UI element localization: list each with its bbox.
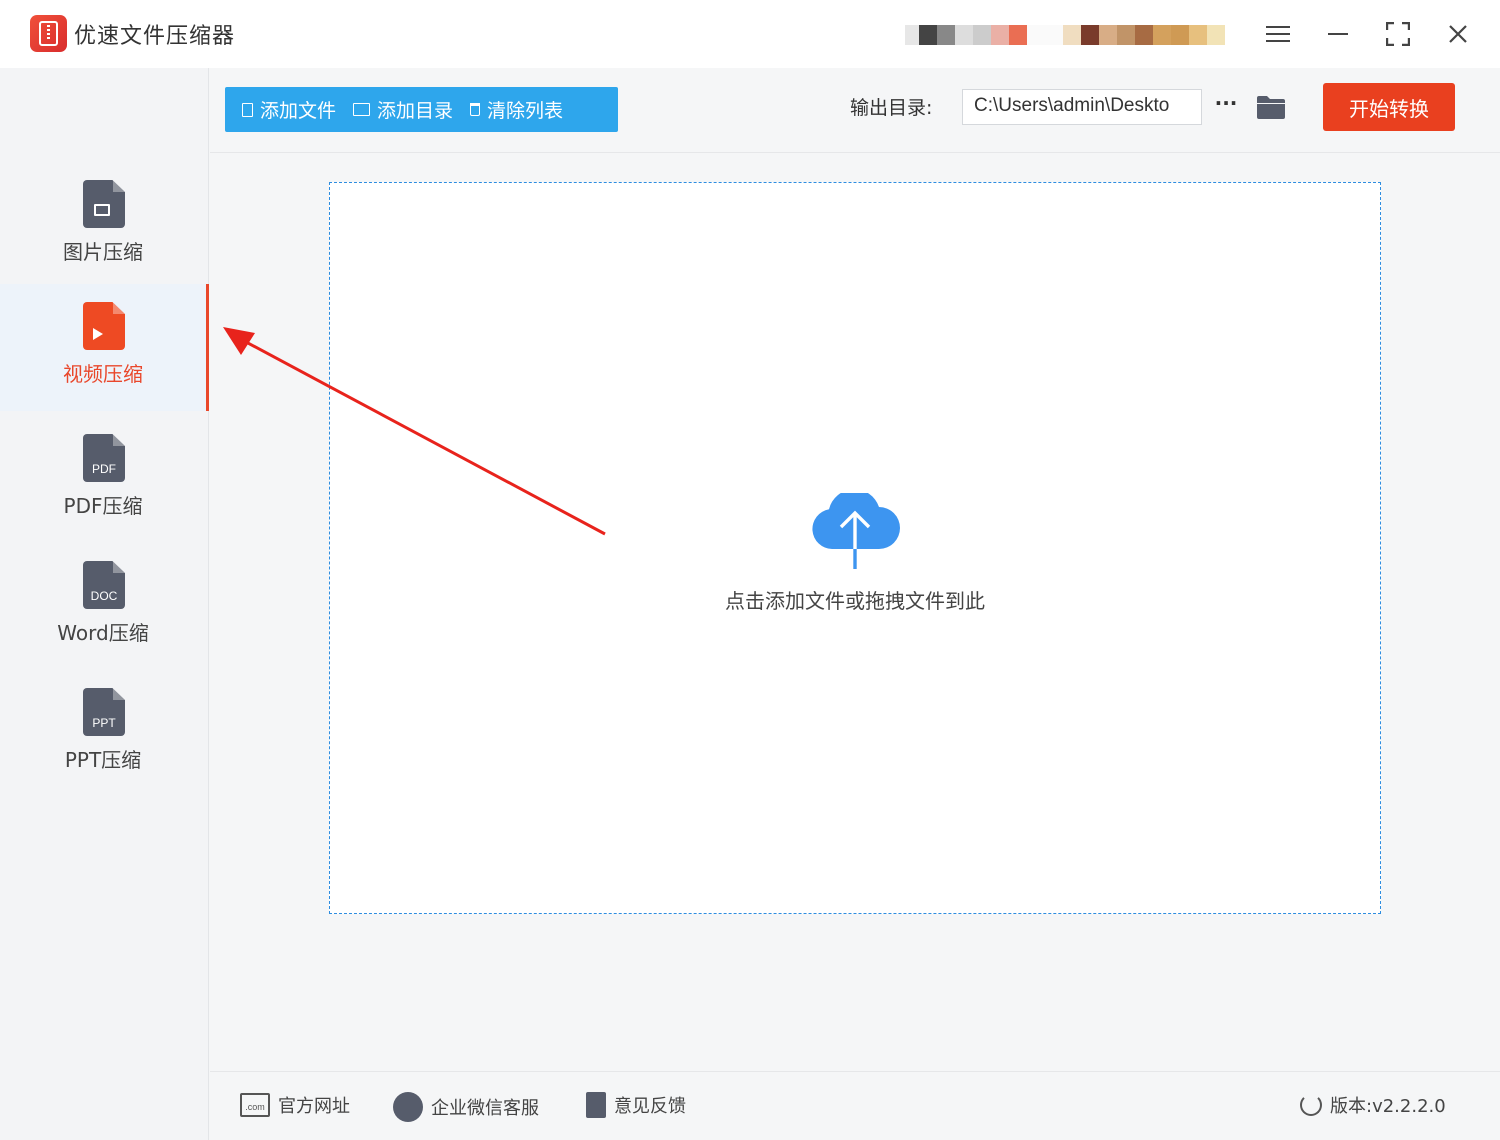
website-icon: .com (240, 1093, 270, 1117)
sidebar-item-word[interactable]: DOC Word压缩 (0, 543, 209, 670)
close-icon[interactable] (1438, 14, 1478, 54)
trash-icon (470, 103, 481, 116)
refresh-icon (1300, 1094, 1322, 1116)
file-icon (242, 102, 253, 117)
sidebar: 图片压缩 视频压缩 PDF PDF压缩 DOC Word压缩 PPT PPT压缩 (0, 68, 209, 1140)
sidebar-item-pdf[interactable]: PDF PDF压缩 (0, 416, 209, 543)
open-folder-icon[interactable] (1256, 94, 1286, 120)
sidebar-item-label: Word压缩 (57, 621, 149, 645)
feedback-link[interactable]: 意见反馈 (586, 1092, 686, 1118)
cloud-upload-icon (810, 489, 900, 571)
add-file-label: 添加文件 (260, 100, 337, 122)
sidebar-item-label: PDF压缩 (63, 494, 143, 518)
title-bar: 优速文件压缩器 (0, 0, 1500, 68)
app-logo (30, 15, 67, 52)
toolbar: 添加文件 添加目录 清除列表 输出目录: C:\Users\admin\Desk… (210, 68, 1500, 153)
blurred-account-area (905, 6, 1245, 64)
start-convert-button[interactable]: 开始转换 (1323, 83, 1455, 131)
add-directory-label: 添加目录 (377, 100, 454, 122)
footer: .com 官方网址 企业微信客服 意见反馈 版本:v2.2.2.0 (210, 1071, 1500, 1140)
feedback-icon (586, 1092, 606, 1118)
menu-icon[interactable] (1258, 14, 1298, 54)
feedback-label: 意见反馈 (614, 1096, 686, 1117)
version-info[interactable]: 版本:v2.2.2.0 (1300, 1092, 1446, 1118)
official-website-link[interactable]: .com 官方网址 (240, 1092, 350, 1118)
ppt-file-icon: PPT (83, 688, 125, 736)
sidebar-item-label: 图片压缩 (63, 240, 143, 264)
pdf-file-icon: PDF (83, 434, 125, 482)
sidebar-item-label: 视频压缩 (63, 362, 143, 386)
file-drop-zone[interactable]: 点击添加文件或拖拽文件到此 (329, 182, 1381, 914)
add-directory-button[interactable]: 添加目录 (336, 96, 453, 123)
clear-list-button[interactable]: 清除列表 (453, 96, 563, 123)
output-directory-label: 输出目录: (850, 97, 933, 119)
app-title: 优速文件压缩器 (74, 24, 236, 49)
version-label: 版本:v2.2.2.0 (1330, 1096, 1446, 1117)
sidebar-item-image[interactable]: 图片压缩 (0, 162, 209, 289)
sidebar-item-label: PPT压缩 (64, 748, 142, 772)
add-file-button[interactable]: 添加文件 (225, 96, 336, 123)
image-file-icon (83, 180, 125, 228)
video-file-icon (83, 302, 125, 350)
maximize-icon[interactable] (1378, 14, 1418, 54)
output-directory-input[interactable]: C:\Users\admin\Deskto (962, 89, 1202, 125)
doc-file-icon: DOC (83, 561, 125, 609)
clear-list-label: 清除列表 (487, 100, 564, 122)
wechat-icon (393, 1092, 423, 1122)
file-button-group: 添加文件 添加目录 清除列表 (225, 87, 618, 132)
sidebar-item-video[interactable]: 视频压缩 (0, 284, 209, 411)
wechat-support-label: 企业微信客服 (431, 1098, 539, 1119)
more-options-button[interactable]: ··· (1212, 92, 1240, 120)
drop-zone-hint: 点击添加文件或拖拽文件到此 (725, 589, 985, 613)
sidebar-item-ppt[interactable]: PPT PPT压缩 (0, 670, 209, 797)
wechat-support-link[interactable]: 企业微信客服 (393, 1092, 539, 1122)
minimize-icon[interactable] (1318, 14, 1358, 54)
folder-outline-icon (353, 103, 371, 116)
official-website-label: 官方网址 (278, 1096, 350, 1117)
